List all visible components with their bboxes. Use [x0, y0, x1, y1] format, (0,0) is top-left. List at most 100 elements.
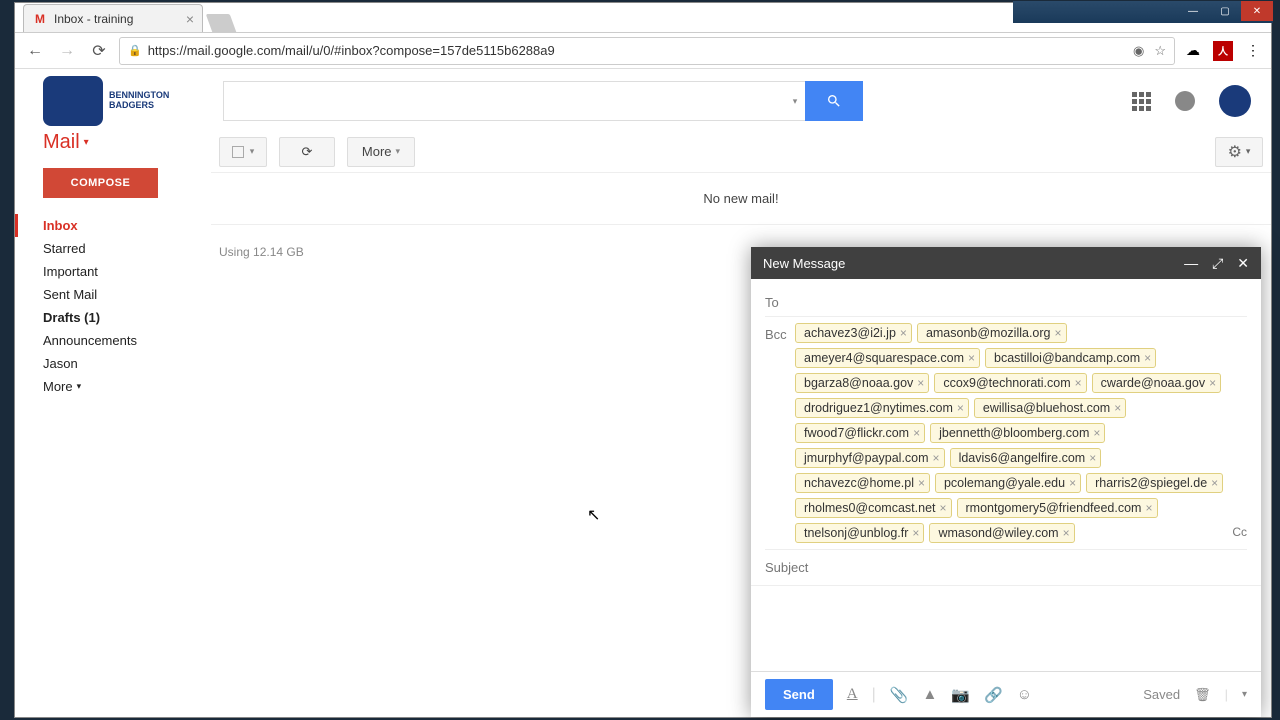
eye-icon[interactable]: ◉ [1133, 43, 1144, 59]
recipient-chip[interactable]: rholmes0@comcast.net × [795, 498, 952, 518]
recipient-chip[interactable]: ameyer4@squarespace.com × [795, 348, 980, 368]
recipient-chip[interactable]: jbennetth@bloomberg.com × [930, 423, 1105, 443]
account-avatar[interactable] [1219, 85, 1251, 117]
recipient-chip[interactable]: nchavezc@home.pl × [795, 473, 930, 493]
new-tab-button[interactable] [206, 14, 237, 32]
sidebar-item-starred[interactable]: Starred [39, 237, 201, 260]
subject-input[interactable] [751, 550, 1261, 586]
chip-remove-icon[interactable]: × [1055, 326, 1062, 340]
sidebar-item-announcements[interactable]: Announcements [39, 329, 201, 352]
to-field-row[interactable]: To [765, 285, 1247, 317]
compose-button[interactable]: COMPOSE [43, 168, 158, 198]
recipient-chip[interactable]: amasonb@mozilla.org × [917, 323, 1067, 343]
chip-remove-icon[interactable]: × [1089, 451, 1096, 465]
search-input[interactable] [223, 81, 785, 121]
recipient-chip[interactable]: wmasond@wiley.com × [929, 523, 1074, 543]
extension-icon-1[interactable]: ☁ [1183, 41, 1203, 61]
address-bar[interactable]: 🔒 https://mail.google.com/mail/u/0/#inbo… [119, 37, 1175, 65]
chip-remove-icon[interactable]: × [913, 426, 920, 440]
send-button[interactable]: Send [765, 679, 833, 710]
recipient-chip[interactable]: jmurphyf@paypal.com × [795, 448, 945, 468]
compose-title-bar[interactable]: New Message — ⤢ ✕ [751, 247, 1261, 279]
chip-remove-icon[interactable]: × [1211, 476, 1218, 490]
emoji-icon[interactable]: ☺ [1017, 686, 1032, 703]
forward-button[interactable]: → [55, 39, 79, 63]
cc-link[interactable]: Cc [1232, 525, 1247, 543]
pdf-extension-icon[interactable]: 人 [1213, 41, 1233, 61]
attach-icon[interactable]: 📎 [890, 686, 909, 704]
search-icon [826, 93, 842, 109]
gmail-header: BENNINGTON BADGERS ▾ [15, 71, 1271, 131]
chip-remove-icon[interactable]: × [968, 351, 975, 365]
compose-more-icon[interactable]: ▾ [1242, 689, 1247, 700]
window-minimize-button[interactable]: — [1177, 1, 1209, 21]
recipient-chip[interactable]: tnelsonj@unblog.fr × [795, 523, 924, 543]
recipient-chip[interactable]: ccox9@technorati.com × [934, 373, 1086, 393]
sidebar-item-important[interactable]: Important [39, 260, 201, 283]
recipient-chip[interactable]: rmontgomery5@friendfeed.com × [957, 498, 1158, 518]
chip-remove-icon[interactable]: × [1145, 501, 1152, 515]
formatting-icon[interactable]: A [847, 686, 858, 703]
chip-remove-icon[interactable]: × [1063, 526, 1070, 540]
notifications-icon[interactable] [1175, 91, 1195, 111]
star-icon[interactable]: ☆ [1154, 43, 1166, 59]
chip-remove-icon[interactable]: × [933, 451, 940, 465]
sidebar-item-more[interactable]: More ▾ [39, 375, 201, 398]
recipient-chip[interactable]: achavez3@i2i.jp × [795, 323, 912, 343]
chip-remove-icon[interactable]: × [940, 501, 947, 515]
reload-button[interactable]: ⟳ [87, 39, 111, 63]
recipient-chip[interactable]: drodriguez1@nytimes.com × [795, 398, 969, 418]
chip-remove-icon[interactable]: × [900, 326, 907, 340]
to-label: To [765, 291, 795, 310]
search-button[interactable] [805, 81, 863, 121]
recipient-chip[interactable]: pcolemang@yale.edu × [935, 473, 1081, 493]
bcc-label: Bcc [765, 323, 795, 543]
settings-gear-button[interactable]: ⚙▾ [1215, 137, 1263, 167]
chip-remove-icon[interactable]: × [912, 526, 919, 540]
compose-close-icon[interactable]: ✕ [1237, 255, 1249, 272]
back-button[interactable]: ← [23, 39, 47, 63]
sidebar-item-jason[interactable]: Jason [39, 352, 201, 375]
recipient-chip[interactable]: ldavis6@angelfire.com × [950, 448, 1102, 468]
compose-window: New Message — ⤢ ✕ To Bcc achavez3@i2i.jp… [751, 247, 1261, 717]
photo-icon[interactable]: 📷 [951, 686, 970, 704]
compose-expand-icon[interactable]: ⤢ [1212, 255, 1223, 272]
recipient-chip[interactable]: bgarza8@noaa.gov × [795, 373, 929, 393]
bcc-field-row[interactable]: Bcc achavez3@i2i.jp ×amasonb@mozilla.org… [765, 317, 1247, 550]
recipient-chip[interactable]: bcastilloi@bandcamp.com × [985, 348, 1156, 368]
browser-tab[interactable]: M Inbox - training × [23, 4, 203, 32]
sidebar-item-drafts-1-[interactable]: Drafts (1) [39, 306, 201, 329]
tab-close-icon[interactable]: × [186, 11, 194, 27]
sidebar-item-sent-mail[interactable]: Sent Mail [39, 283, 201, 306]
chip-remove-icon[interactable]: × [957, 401, 964, 415]
link-icon[interactable]: 🔗 [984, 686, 1003, 704]
recipient-chip[interactable]: rharris2@spiegel.de × [1086, 473, 1223, 493]
chip-remove-icon[interactable]: × [1069, 476, 1076, 490]
recipient-chip[interactable]: cwarde@noaa.gov × [1092, 373, 1221, 393]
chip-remove-icon[interactable]: × [1114, 401, 1121, 415]
compose-minimize-icon[interactable]: — [1184, 255, 1198, 272]
drive-icon[interactable]: ▲ [922, 686, 937, 703]
org-logo[interactable]: BENNINGTON BADGERS [43, 76, 203, 126]
more-button[interactable]: More▾ [347, 137, 415, 167]
chip-remove-icon[interactable]: × [1144, 351, 1151, 365]
browser-menu-icon[interactable]: ⋮ [1243, 41, 1263, 61]
mail-dropdown[interactable]: Mail▾ [39, 131, 201, 154]
window-maximize-button[interactable]: ▢ [1209, 1, 1241, 21]
google-apps-icon[interactable] [1132, 92, 1151, 111]
discard-icon[interactable]: 🗑 [1194, 687, 1211, 703]
sidebar-item-inbox[interactable]: Inbox [39, 214, 201, 237]
url-text: https://mail.google.com/mail/u/0/#inbox?… [148, 43, 1133, 58]
refresh-button[interactable]: ⟳ [279, 137, 335, 167]
compose-body[interactable] [751, 586, 1261, 671]
chip-remove-icon[interactable]: × [1093, 426, 1100, 440]
recipient-chip[interactable]: ewillisa@bluehost.com × [974, 398, 1126, 418]
chip-remove-icon[interactable]: × [918, 476, 925, 490]
window-close-button[interactable]: ✕ [1241, 1, 1273, 21]
select-all-checkbox[interactable]: ▾ [219, 137, 267, 167]
recipient-chip[interactable]: fwood7@flickr.com × [795, 423, 925, 443]
chip-remove-icon[interactable]: × [1075, 376, 1082, 390]
search-options-dropdown[interactable]: ▾ [785, 81, 805, 121]
chip-remove-icon[interactable]: × [917, 376, 924, 390]
chip-remove-icon[interactable]: × [1209, 376, 1216, 390]
